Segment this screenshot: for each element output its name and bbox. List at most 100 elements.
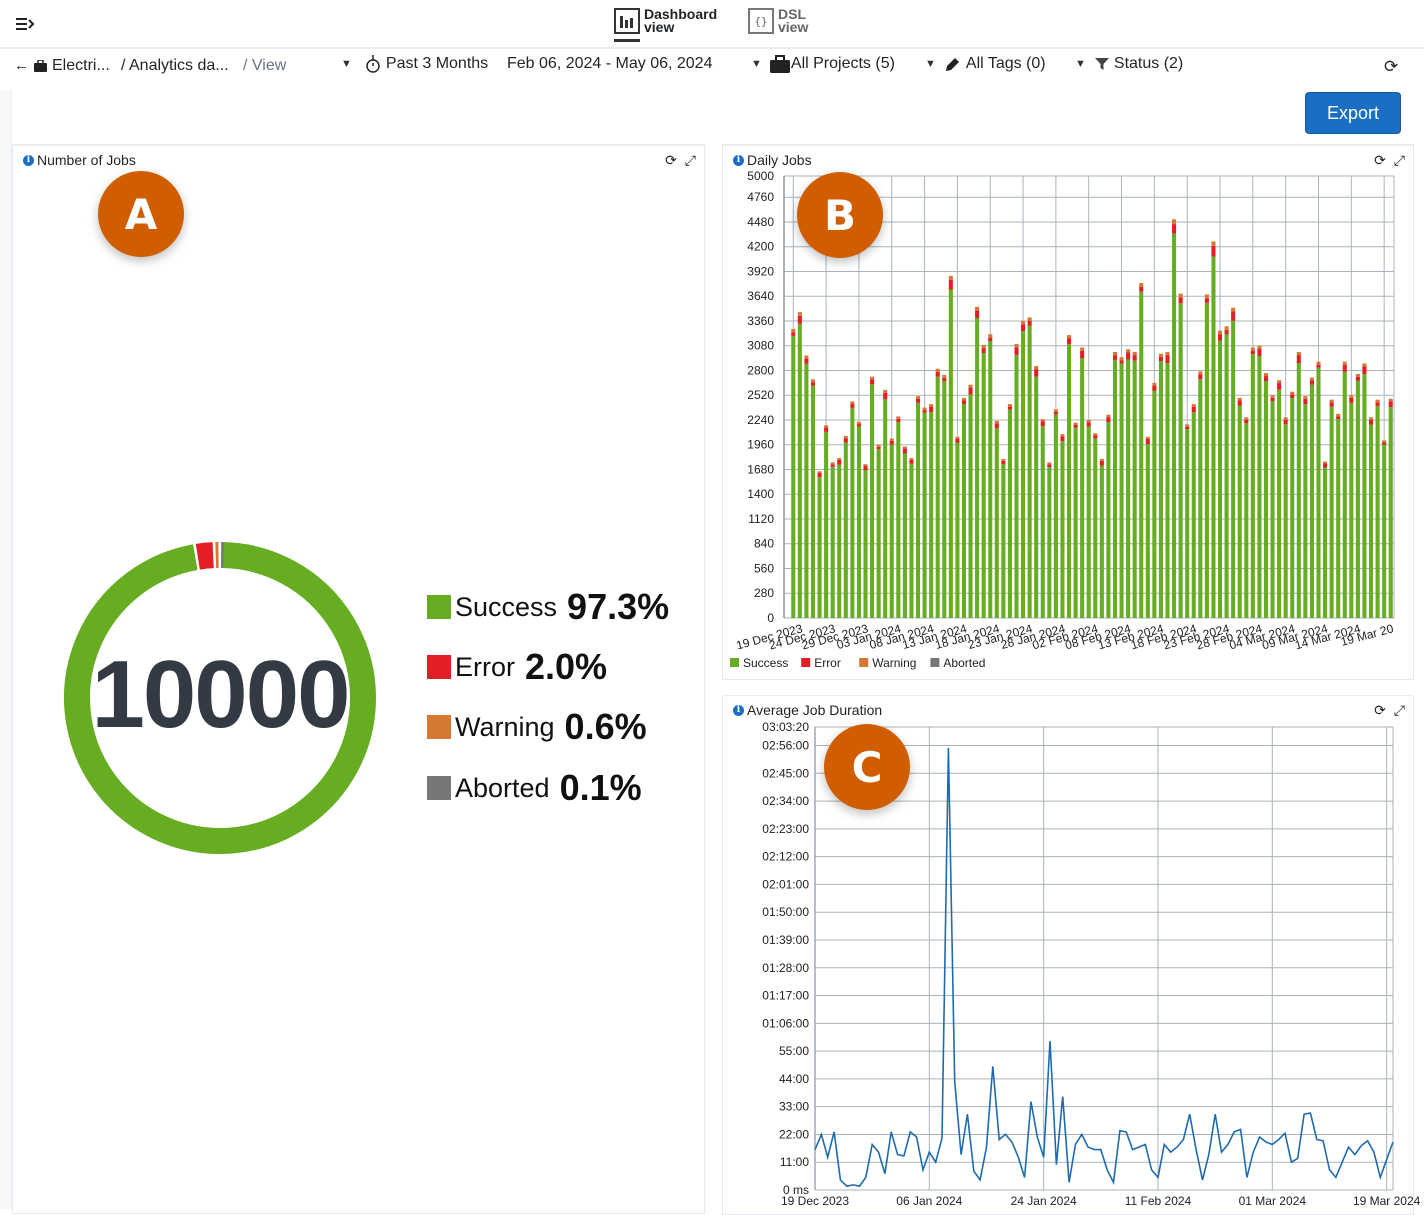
bar-error (1343, 365, 1347, 372)
bar-warning (1218, 331, 1222, 334)
y-tick-label: 02:23:00 (762, 822, 809, 836)
bar-success (1087, 427, 1091, 618)
y-tick-label: 5000 (747, 169, 774, 183)
bar-success (1001, 464, 1005, 618)
bar-error (1192, 407, 1196, 413)
bar-warning (1067, 335, 1071, 338)
expand-icon[interactable]: ⤢ (685, 152, 696, 169)
bar-success (936, 377, 940, 618)
bar-error (824, 428, 828, 432)
y-tick-label: 33:00 (779, 1100, 809, 1114)
bar-success (988, 341, 992, 618)
bar-error (1146, 439, 1150, 444)
bar-warning (1244, 417, 1248, 419)
bar-error (1290, 394, 1294, 398)
bar-warning (1126, 349, 1130, 352)
bar-error (1080, 351, 1084, 359)
bar-success (1100, 466, 1104, 618)
bar-error (975, 311, 979, 318)
bar-success (837, 465, 841, 618)
y-tick-label: 02:56:00 (762, 739, 809, 753)
bar-warning (1336, 414, 1340, 416)
bar-warning (1238, 398, 1242, 401)
bar-warning (1271, 395, 1275, 398)
bar-error (916, 399, 920, 403)
y-tick-label: 01:50:00 (762, 905, 809, 919)
tags-dropdown[interactable]: ▼ All Tags (0) (925, 55, 1046, 73)
time-range-dropdown[interactable]: ▼ Past 3 Months (341, 55, 488, 73)
caret-down-icon: ▼ (341, 58, 352, 70)
bar-warning (1152, 383, 1156, 386)
status-dropdown[interactable]: ▼ Status (2) (1075, 55, 1183, 73)
y-tick-label: 3360 (747, 314, 774, 328)
info-icon[interactable]: i (733, 155, 744, 166)
bar-error (877, 447, 881, 449)
average-duration-chart: 0 ms11:0022:0033:0044:0055:0001:06:0001:… (722, 715, 1422, 1209)
bar-warning (1251, 347, 1255, 350)
bar-error (1257, 349, 1261, 356)
bar-error (1244, 420, 1248, 424)
bar-success (1152, 391, 1156, 618)
bar-error (1054, 412, 1058, 415)
back-arrow-icon[interactable]: ← (14, 57, 29, 74)
tab-dashboard-view[interactable]: Dashboard view (614, 8, 717, 34)
bar-success (1290, 398, 1294, 618)
bar-warning (982, 345, 986, 348)
bar-success (949, 290, 953, 618)
info-icon[interactable]: i (23, 155, 34, 166)
bar-success (1376, 406, 1380, 618)
bar-success (857, 426, 861, 618)
bar-error (1382, 442, 1386, 444)
breadcrumb-project[interactable]: Electri... (34, 57, 110, 75)
legend-label: Aborted (455, 773, 550, 804)
bar-error (1100, 461, 1104, 466)
bar-success (1113, 360, 1117, 618)
date-range[interactable]: Feb 06, 2024 - May 06, 2024 (507, 55, 712, 73)
bar-success (1047, 467, 1051, 618)
bar-success (831, 467, 835, 618)
projects-label: All Projects (5) (791, 55, 895, 73)
bar-success (1205, 303, 1209, 618)
legend-aborted: Aborted 0.1% (427, 767, 642, 809)
export-button[interactable]: Export (1305, 92, 1401, 134)
x-tick-label: 06 Jan 2024 (896, 1194, 962, 1208)
bar-success (1126, 359, 1130, 618)
bar-success (850, 408, 854, 618)
bar-success (877, 449, 881, 618)
bar-warning (877, 445, 881, 447)
bar-success (883, 399, 887, 618)
refresh-icon[interactable]: ⟳ (1384, 57, 1398, 77)
bar-warning (903, 447, 907, 449)
tab-dsl-view[interactable]: {} DSL view (748, 8, 808, 34)
bar-warning (1356, 374, 1360, 377)
bar-error (1330, 402, 1334, 406)
bar-warning (1362, 363, 1366, 366)
bar-success (1185, 429, 1189, 618)
bar-error (982, 348, 986, 353)
y-tick-label: 02:01:00 (762, 877, 809, 891)
bar-success (969, 394, 973, 618)
panel-title-text: Number of Jobs (37, 152, 136, 168)
bar-warning (923, 408, 927, 411)
bar-warning (863, 464, 867, 466)
info-icon[interactable]: i (733, 705, 744, 716)
refresh-icon[interactable]: ⟳ (665, 152, 677, 169)
bar-success (903, 454, 907, 618)
breadcrumb-dashboard[interactable]: / Analytics da... (121, 57, 229, 75)
projects-dropdown[interactable]: ▼ All Projects (5) (751, 55, 895, 73)
bar-warning (804, 355, 808, 358)
bar-success (1323, 467, 1327, 618)
bar-error (1211, 246, 1215, 257)
top-bar: Dashboard view {} DSL view (0, 0, 1424, 49)
caret-down-icon: ▼ (751, 58, 762, 70)
bar-success (1133, 360, 1137, 618)
breadcrumb-current: / View (243, 57, 286, 75)
bar-warning (1093, 433, 1097, 435)
bar-warning (883, 390, 887, 393)
bar-error (1179, 297, 1183, 303)
y-tick-label: 1960 (747, 438, 774, 452)
bar-warning (1146, 437, 1150, 439)
bar-warning (1074, 423, 1078, 425)
bar-warning (1231, 308, 1235, 312)
menu-collapse-icon[interactable] (14, 14, 36, 34)
